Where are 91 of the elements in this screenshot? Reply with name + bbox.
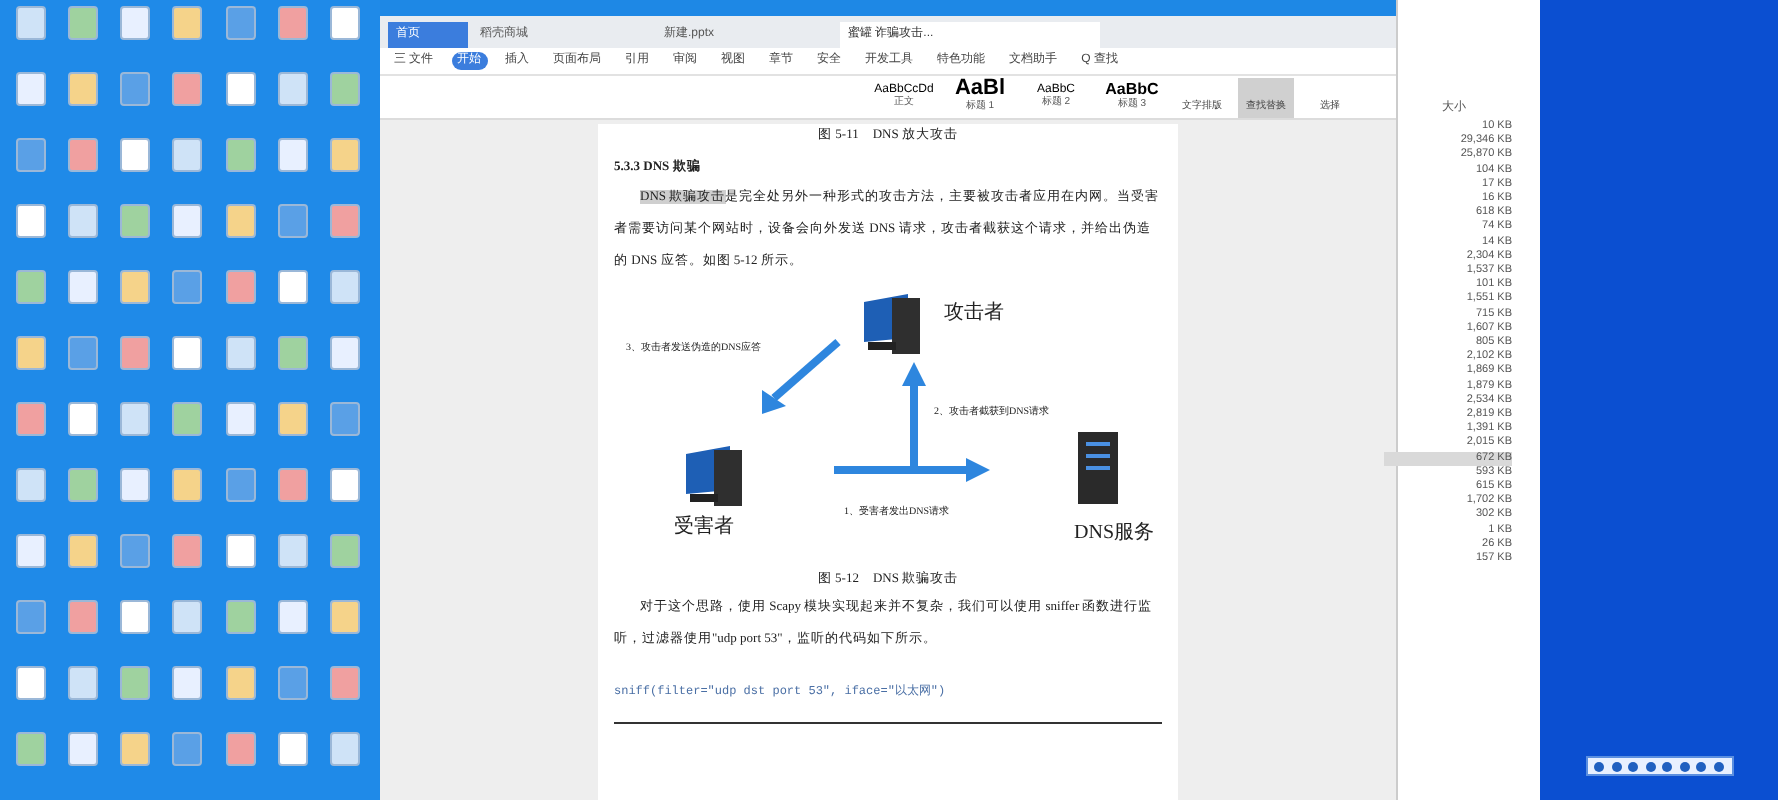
desktop-icon[interactable] (172, 138, 203, 172)
desktop-icon[interactable] (120, 204, 151, 238)
desktop-icon[interactable] (120, 336, 151, 370)
desktop-icon[interactable] (278, 534, 309, 568)
desktop-icon[interactable] (120, 270, 151, 304)
desktop-icon[interactable] (172, 402, 203, 436)
node-label: 受害者 (674, 513, 734, 541)
desktop-icon[interactable] (15, 666, 46, 700)
desktop-icon[interactable] (330, 336, 361, 370)
desktop-icon[interactable] (120, 600, 151, 634)
desktop-icon[interactable] (225, 204, 256, 238)
desktop-icon[interactable] (15, 6, 46, 40)
desktop-icon[interactable] (67, 138, 98, 172)
desktop-icon[interactable] (172, 732, 203, 766)
desktop-icon[interactable] (278, 138, 309, 172)
desktop-icon[interactable] (67, 204, 98, 238)
desktop-icon[interactable] (225, 270, 256, 304)
desktop-icon[interactable] (172, 6, 203, 40)
desktop-icon[interactable] (330, 6, 361, 40)
desktop-icon[interactable] (67, 270, 98, 304)
desktop-icon[interactable] (278, 270, 309, 304)
desktop-icon[interactable] (67, 534, 98, 568)
desktop-icon[interactable] (330, 666, 361, 700)
desktop-icon[interactable] (172, 666, 203, 700)
desktop-icon[interactable] (225, 600, 256, 634)
desktop-icon[interactable] (172, 534, 203, 568)
desktop-icon[interactable] (120, 138, 151, 172)
desktop-icon[interactable] (225, 336, 256, 370)
desktop-icon[interactable] (278, 72, 309, 106)
desktop-icon[interactable] (172, 336, 203, 370)
desktop-icon[interactable] (15, 204, 46, 238)
desktop-icon[interactable] (15, 468, 46, 502)
desktop-icon[interactable] (15, 138, 46, 172)
desktop-icon[interactable] (172, 600, 203, 634)
desktop-icon[interactable] (120, 732, 151, 766)
desktop-icon[interactable] (15, 270, 46, 304)
desktop-icon[interactable] (15, 402, 46, 436)
desktop-icon[interactable] (330, 270, 361, 304)
desktop-icon[interactable] (67, 732, 98, 766)
desktop-icon[interactable] (330, 468, 361, 502)
desktop-icon[interactable] (67, 468, 98, 502)
desktop-icon[interactable] (15, 72, 46, 106)
desktop-icon[interactable] (278, 6, 309, 40)
desktop-icon[interactable] (172, 468, 203, 502)
desktop-icon[interactable] (15, 534, 46, 568)
desktop-icon[interactable] (225, 138, 256, 172)
desktop-icon[interactable] (278, 732, 309, 766)
desktop-icon[interactable] (120, 6, 151, 40)
desktop-icon[interactable] (67, 666, 98, 700)
desktop-icon[interactable] (278, 402, 309, 436)
desktop-icon[interactable] (225, 666, 256, 700)
desktop-icon[interactable] (67, 600, 98, 634)
desktop-icon[interactable] (15, 600, 46, 634)
response-arrow (762, 338, 841, 413)
computer-icon (686, 445, 742, 505)
desktop-icon[interactable] (172, 270, 203, 304)
desktop-icon[interactable] (225, 732, 256, 766)
computer-icon (864, 293, 920, 353)
desktop-icon[interactable] (330, 402, 361, 436)
desktop-icon[interactable] (120, 468, 151, 502)
desktop-icon[interactable] (67, 72, 98, 106)
desktop-icon[interactable] (67, 336, 98, 370)
desktop-icon[interactable] (278, 204, 309, 238)
desktop-icon[interactable] (278, 336, 309, 370)
desktop-icon[interactable] (15, 336, 46, 370)
node-label: 攻击者 (944, 299, 1004, 327)
desktop-icon[interactable] (278, 666, 309, 700)
desktop-icon[interactable] (172, 72, 203, 106)
desktop-icon[interactable] (120, 666, 151, 700)
desktop-icon[interactable] (225, 402, 256, 436)
desktop-icon[interactable] (330, 138, 361, 172)
desktop-icon[interactable] (330, 732, 361, 766)
desktop-icon[interactable] (330, 600, 361, 634)
desktop-icon[interactable] (15, 732, 46, 766)
desktop-icon[interactable] (225, 6, 256, 40)
desktop-icon[interactable] (330, 72, 361, 106)
desktop-icon[interactable] (278, 600, 309, 634)
desktop-icon[interactable] (278, 468, 309, 502)
desktop-icon[interactable] (120, 534, 151, 568)
desktop-icon[interactable] (330, 204, 361, 238)
desktop-icon[interactable] (225, 72, 256, 106)
desktop-icon[interactable] (330, 534, 361, 568)
desktop-icon[interactable] (225, 534, 256, 568)
desktop-icon[interactable] (67, 402, 98, 436)
desktop-icon[interactable] (120, 72, 151, 106)
desktop-icon[interactable] (225, 468, 256, 502)
node-label: DNS服务 (1074, 519, 1155, 547)
desktop-icon[interactable] (120, 402, 151, 436)
desktop-icon[interactable] (172, 204, 203, 238)
server-icon (1078, 431, 1118, 503)
desktop-icon[interactable] (67, 6, 98, 40)
